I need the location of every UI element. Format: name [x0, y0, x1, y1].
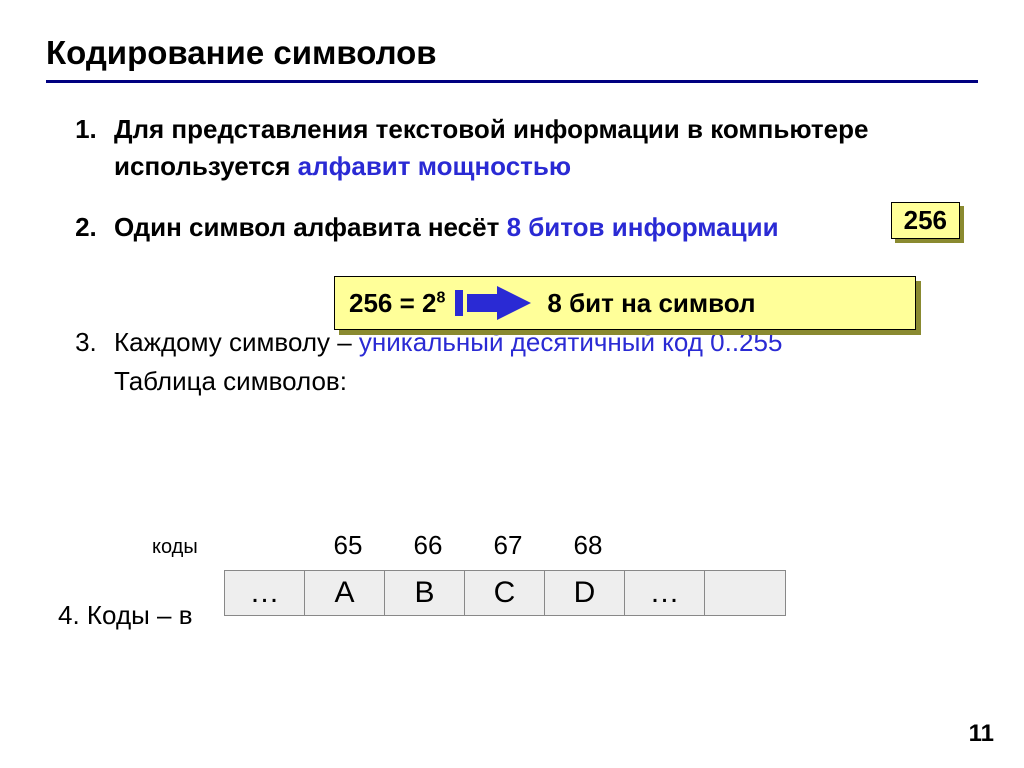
symbol-cell-blank [705, 571, 785, 615]
list-item-2: Один символ алфавита несёт 8 битов инфор… [104, 209, 978, 246]
formula-left: 256 = 28 [349, 288, 445, 319]
symbol-cell: D [545, 571, 625, 615]
code-num: 66 [388, 530, 468, 561]
code-num: 67 [468, 530, 548, 561]
list-item-3: Каждому символу – уникальный десятичный … [104, 324, 978, 400]
li3-sub: Таблица символов: [114, 363, 978, 400]
page-number: 11 [969, 720, 994, 748]
symbol-row: … A B C D … [224, 570, 786, 616]
arrow-icon [455, 286, 531, 320]
li1-text-b: алфавит мощностью [298, 151, 571, 181]
formula-base: 256 = 2 [349, 288, 436, 318]
symbol-cell: A [305, 571, 385, 615]
callout-256: 256 [891, 202, 960, 239]
code-numbers: 65 66 67 68 [308, 530, 628, 561]
title-rule [46, 80, 978, 83]
symbol-cell: C [465, 571, 545, 615]
codes-label: коды [152, 536, 198, 559]
symbol-cell: … [625, 571, 705, 615]
li2-text-b: 8 битов информации [507, 212, 779, 242]
code-num: 68 [548, 530, 628, 561]
li2-text-a: Один символ алфавита несёт [114, 212, 507, 242]
symbol-cell: B [385, 571, 465, 615]
list-item-1: Для представления текстовой информации в… [104, 111, 978, 185]
formula-exp: 8 [436, 289, 445, 306]
slide-title: Кодирование символов [46, 34, 978, 72]
list-item-4: 4. Коды – в [58, 600, 193, 631]
li3-text-b: уникальный десятичный код 0..255 [359, 327, 783, 357]
formula-box: 256 = 28 8 бит на символ [334, 276, 916, 330]
formula-right: 8 бит на символ [547, 288, 755, 319]
li3-text-a: Каждому символу – [114, 327, 359, 357]
code-num: 65 [308, 530, 388, 561]
symbol-cell: … [225, 571, 305, 615]
